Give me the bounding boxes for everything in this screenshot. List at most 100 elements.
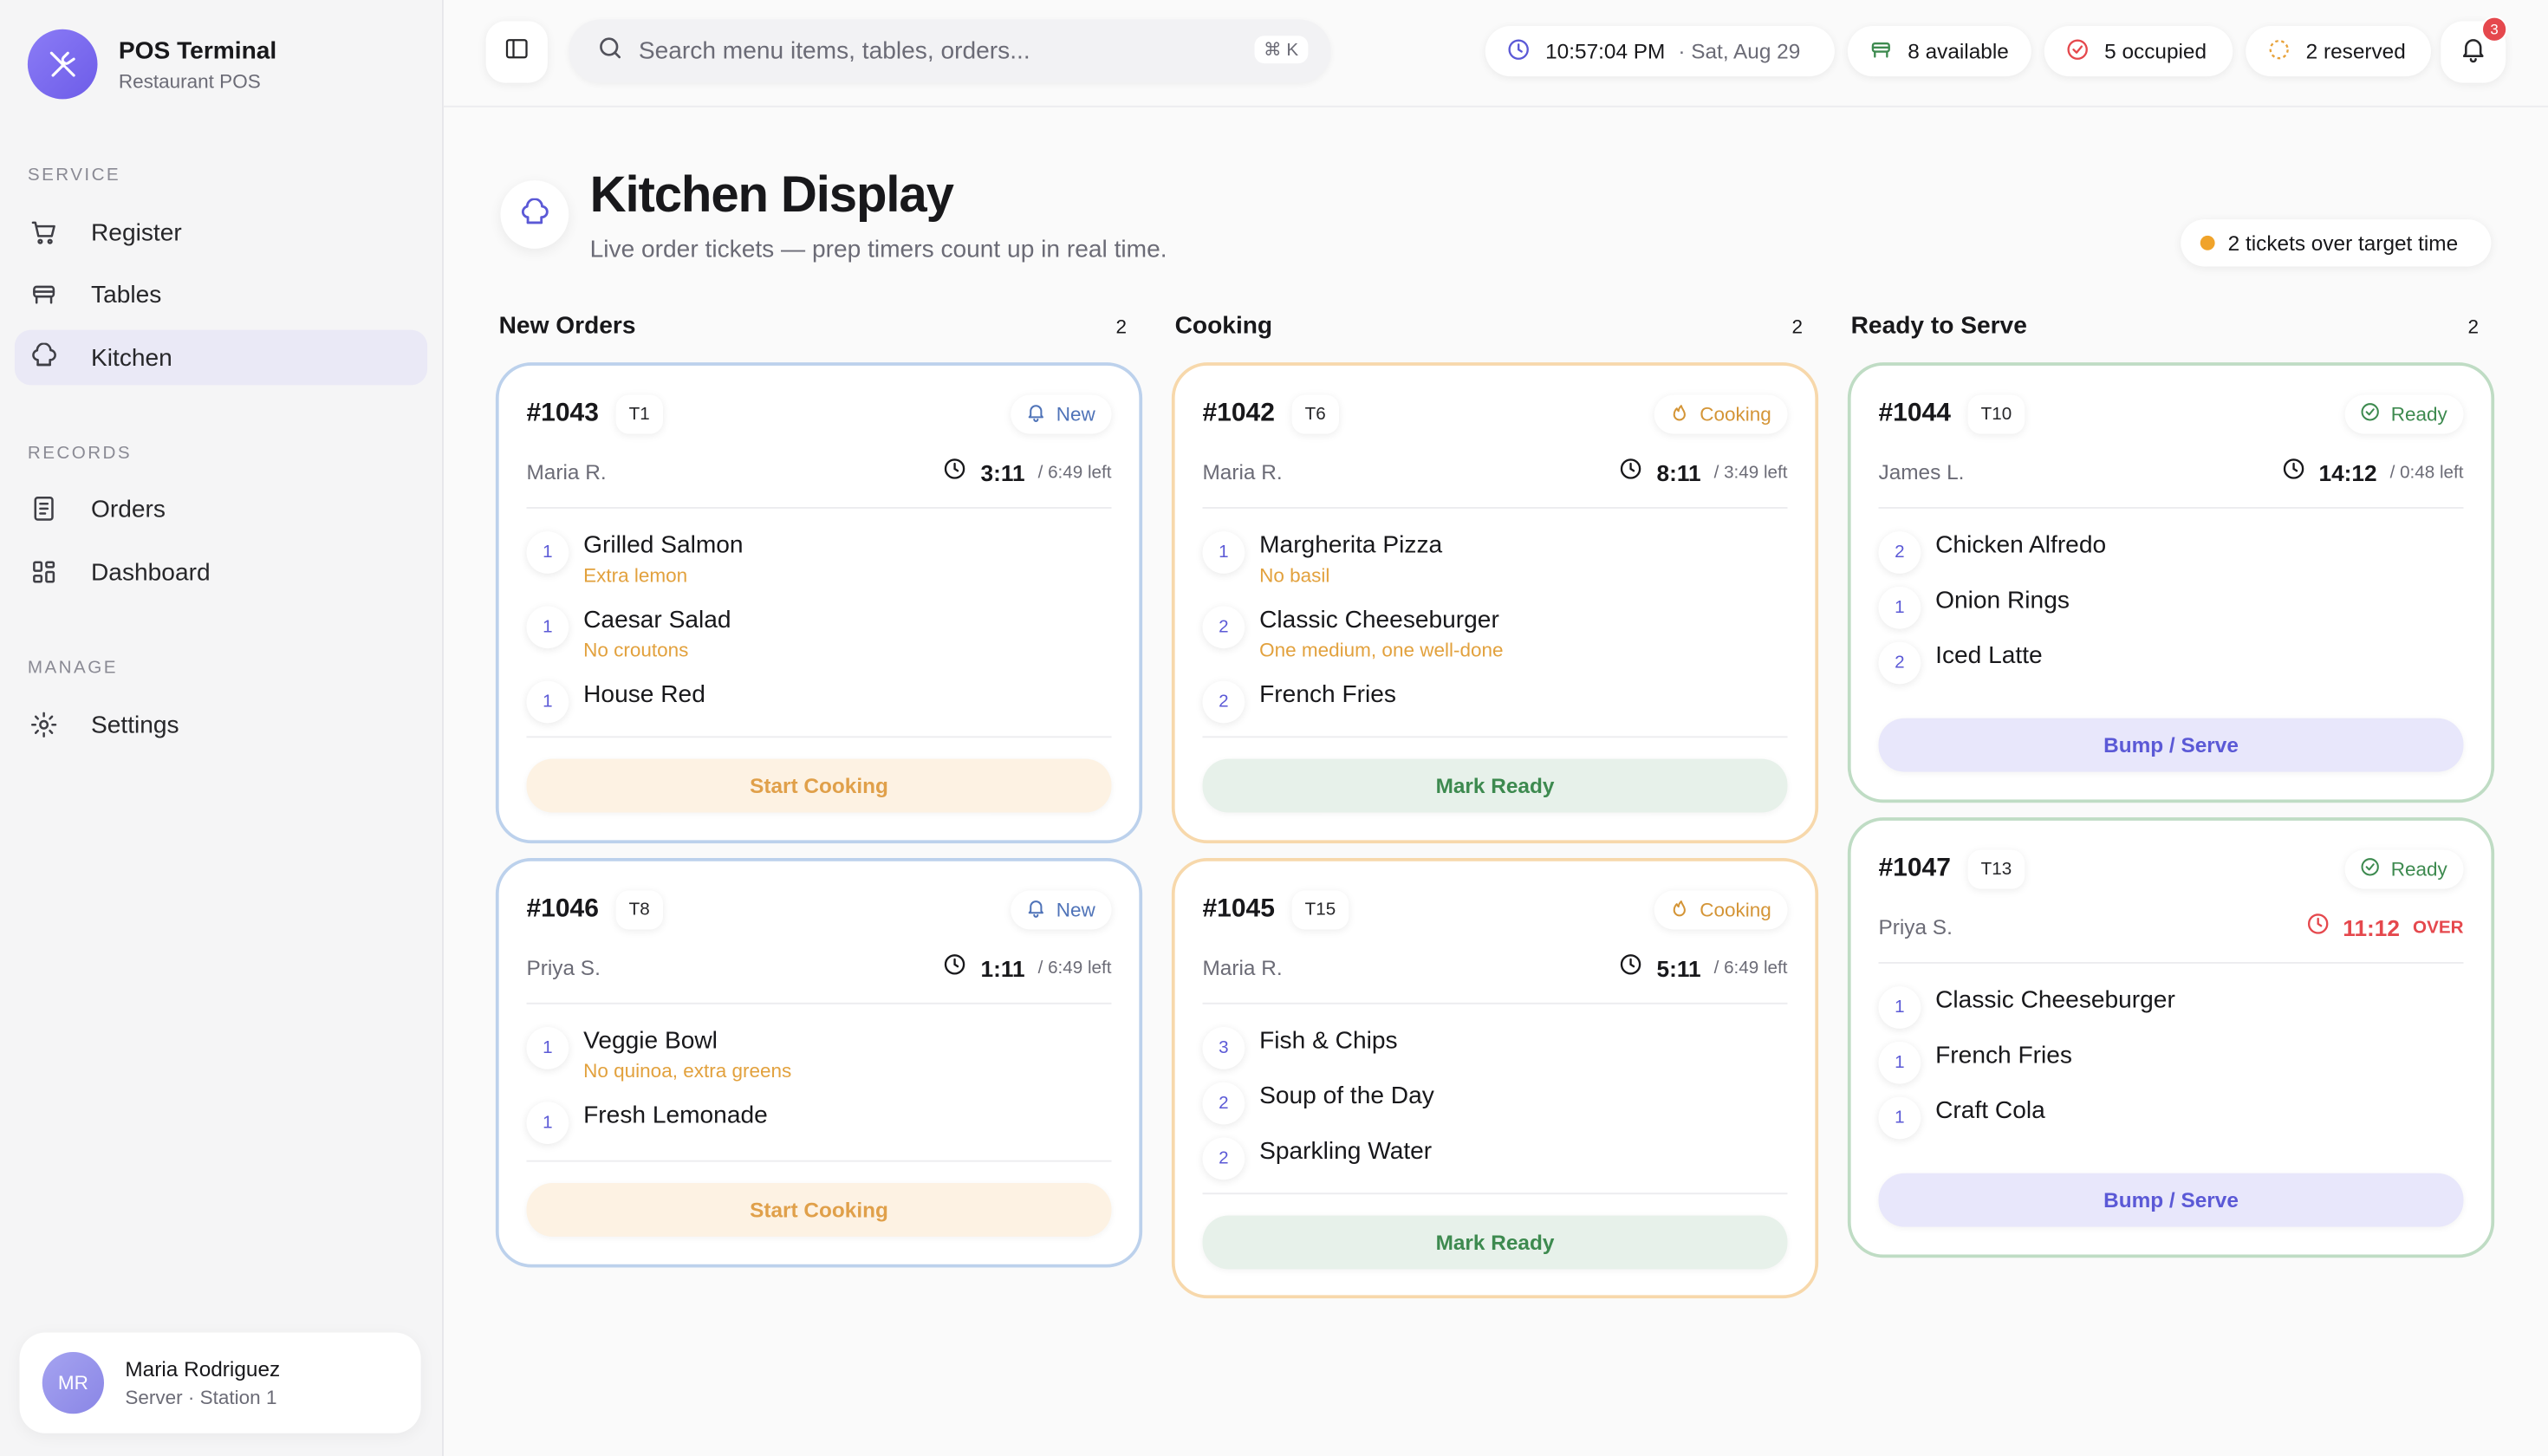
quantity-badge: 1: [526, 606, 569, 649]
clock-icon: [943, 952, 967, 985]
available-tables-pill[interactable]: 8 available: [1847, 26, 2031, 77]
status-badge: Cooking: [1654, 890, 1788, 930]
column-header-cooking: Cooking 2: [1175, 312, 1816, 345]
occupied-tables-pill[interactable]: 5 occupied: [2044, 26, 2233, 77]
item-name: Sparkling Water: [1259, 1137, 1433, 1166]
occupied-count: 5 occupied: [2104, 39, 2207, 64]
quantity-badge: 1: [526, 1102, 569, 1144]
quantity-badge: 2: [1202, 1082, 1245, 1125]
sidebar-item-orders[interactable]: Orders: [15, 481, 427, 536]
server-name: James L.: [1878, 459, 1965, 484]
reserved-tables-pill[interactable]: 2 reserved: [2246, 26, 2431, 77]
item-note: No basil: [1259, 563, 1330, 587]
sidebar-item-register[interactable]: Register: [15, 205, 427, 260]
start-cooking-button[interactable]: Start Cooking: [526, 758, 1112, 813]
table-badge: T6: [1291, 394, 1339, 434]
prep-timer: 14:12 / 0:48 left: [2281, 457, 2464, 490]
item-name: Craft Cola: [1935, 1096, 2045, 1125]
column-header-ready: Ready to Serve 2: [1851, 312, 2492, 345]
sidebar-item-label: Settings: [91, 711, 179, 739]
ticket-number: #1047: [1878, 855, 1951, 883]
ticket-card[interactable]: #1047 T13 Ready Priya S. 11:12 OVER 1 Cl…: [1847, 817, 2495, 1258]
mark-ready-button[interactable]: Mark Ready: [1202, 1215, 1788, 1270]
server-name: Maria R.: [1202, 955, 1283, 980]
flame-icon: [1669, 401, 1690, 427]
item-name: Onion Rings: [1935, 586, 2070, 614]
user-card[interactable]: MR Maria Rodriguez Server · Station 1: [19, 1332, 421, 1433]
elapsed-time: 14:12: [2318, 459, 2377, 486]
dashed-circle-icon: [2267, 36, 2291, 66]
item-name: Caesar Salad: [583, 606, 731, 634]
prep-timer: 3:11 / 6:49 left: [943, 457, 1112, 490]
column-title: Ready to Serve: [1850, 312, 2027, 340]
flame-icon: [1669, 897, 1690, 923]
quantity-badge: 2: [1202, 680, 1245, 724]
sidebar-item-label: Orders: [91, 494, 166, 523]
clock-icon: [1506, 36, 1531, 66]
clock-time: 10:57:04 PM: [1545, 39, 1666, 64]
list-item: 2 Soup of the Day: [1202, 1079, 1788, 1125]
ticket-card[interactable]: #1042 T6 Cooking Maria R. 8:11 / 3:49 le…: [1171, 362, 1819, 844]
ticket-card[interactable]: #1044 T10 Ready James L. 14:12 / 0:48 le…: [1847, 362, 2495, 803]
bell-icon: [1025, 401, 1046, 427]
time-left: / 6:49 left: [1037, 463, 1112, 483]
elapsed-time: 5:11: [1656, 955, 1701, 982]
sidebar-item-label: Register: [91, 218, 182, 247]
grid-icon: [29, 557, 59, 587]
list-item: 1 Classic Cheeseburger: [1878, 983, 2464, 1029]
ticket-number: #1046: [526, 895, 599, 923]
sidebar-item-tables[interactable]: Tables: [15, 267, 427, 322]
status-label: Ready: [2390, 858, 2447, 881]
ticket-card[interactable]: #1046 T8 New Priya S. 1:11 / 6:49 left 1…: [495, 858, 1143, 1268]
bump-serve-button[interactable]: Bump / Serve: [1878, 1173, 2464, 1227]
elapsed-time: 1:11: [980, 955, 1025, 982]
list-item: 1 Veggie Bowl No quinoa, extra greens: [526, 1024, 1112, 1082]
over-target-label: 2 tickets over target time: [2227, 231, 2459, 256]
sidebar-item-label: Tables: [91, 280, 162, 309]
ticket-number: #1042: [1202, 400, 1275, 428]
bump-serve-button[interactable]: Bump / Serve: [1878, 718, 2464, 772]
status-badge: Ready: [2345, 849, 2464, 889]
divider: [1202, 1193, 1788, 1195]
time-left: / 0:48 left: [2389, 463, 2464, 483]
table-badge: T10: [1967, 394, 2025, 434]
start-cooking-button[interactable]: Start Cooking: [526, 1183, 1112, 1237]
ticket-number: #1044: [1878, 400, 1951, 428]
sidebar-item-dashboard[interactable]: Dashboard: [15, 544, 427, 600]
list-item: 1 Margherita Pizza No basil: [1202, 528, 1788, 587]
sidebar-item-settings[interactable]: Settings: [15, 697, 427, 752]
sidebar-toggle-button[interactable]: [485, 21, 548, 83]
utensils-icon: [27, 29, 98, 100]
app-title: POS Terminal: [118, 36, 277, 65]
list-item: 2 French Fries: [1202, 678, 1788, 724]
column-count: 2: [1103, 312, 1140, 341]
divider: [526, 1002, 1112, 1004]
notifications-button[interactable]: 3: [2441, 16, 2508, 83]
item-name: Veggie Bowl: [583, 1027, 718, 1055]
item-name: Iced Latte: [1935, 641, 2043, 670]
status-label: Cooking: [1700, 403, 1771, 426]
ticket-card[interactable]: #1043 T1 New Maria R. 3:11 / 6:49 left 1…: [495, 362, 1143, 844]
item-name: Classic Cheeseburger: [1935, 986, 2175, 1014]
ticket-number: #1043: [526, 400, 599, 428]
status-label: Ready: [2390, 403, 2447, 426]
mark-ready-button[interactable]: Mark Ready: [1202, 758, 1788, 813]
ticket-card[interactable]: #1045 T15 Cooking Maria R. 5:11 / 6:49 l…: [1171, 858, 1819, 1299]
topbar: ⌘ K 10:57:04 PM · Sat, Aug 29 8 availabl…: [443, 0, 2548, 107]
check-circle-icon: [2360, 401, 2381, 427]
section-label-records: RECORDS: [27, 443, 133, 464]
ticket-items: 1 Grilled Salmon Extra lemon 1 Caesar Sal…: [526, 528, 1112, 739]
divider: [526, 736, 1112, 738]
time-left: / 6:49 left: [1037, 959, 1112, 978]
sidebar-item-kitchen[interactable]: Kitchen: [14, 329, 428, 386]
search-input[interactable]: [638, 37, 1224, 65]
clock-icon: [2281, 457, 2305, 490]
search-bar[interactable]: ⌘ K: [569, 19, 1331, 83]
search-icon: [596, 33, 624, 68]
list-item: 1 Craft Cola: [1878, 1094, 2464, 1140]
sidebar-item-label: Kitchen: [91, 343, 172, 372]
sidebar-item-label: Dashboard: [91, 558, 211, 586]
table-badge: T15: [1291, 890, 1349, 930]
item-name: Classic Cheeseburger: [1259, 606, 1499, 634]
prep-timer: 5:11 / 6:49 left: [1619, 952, 1788, 985]
